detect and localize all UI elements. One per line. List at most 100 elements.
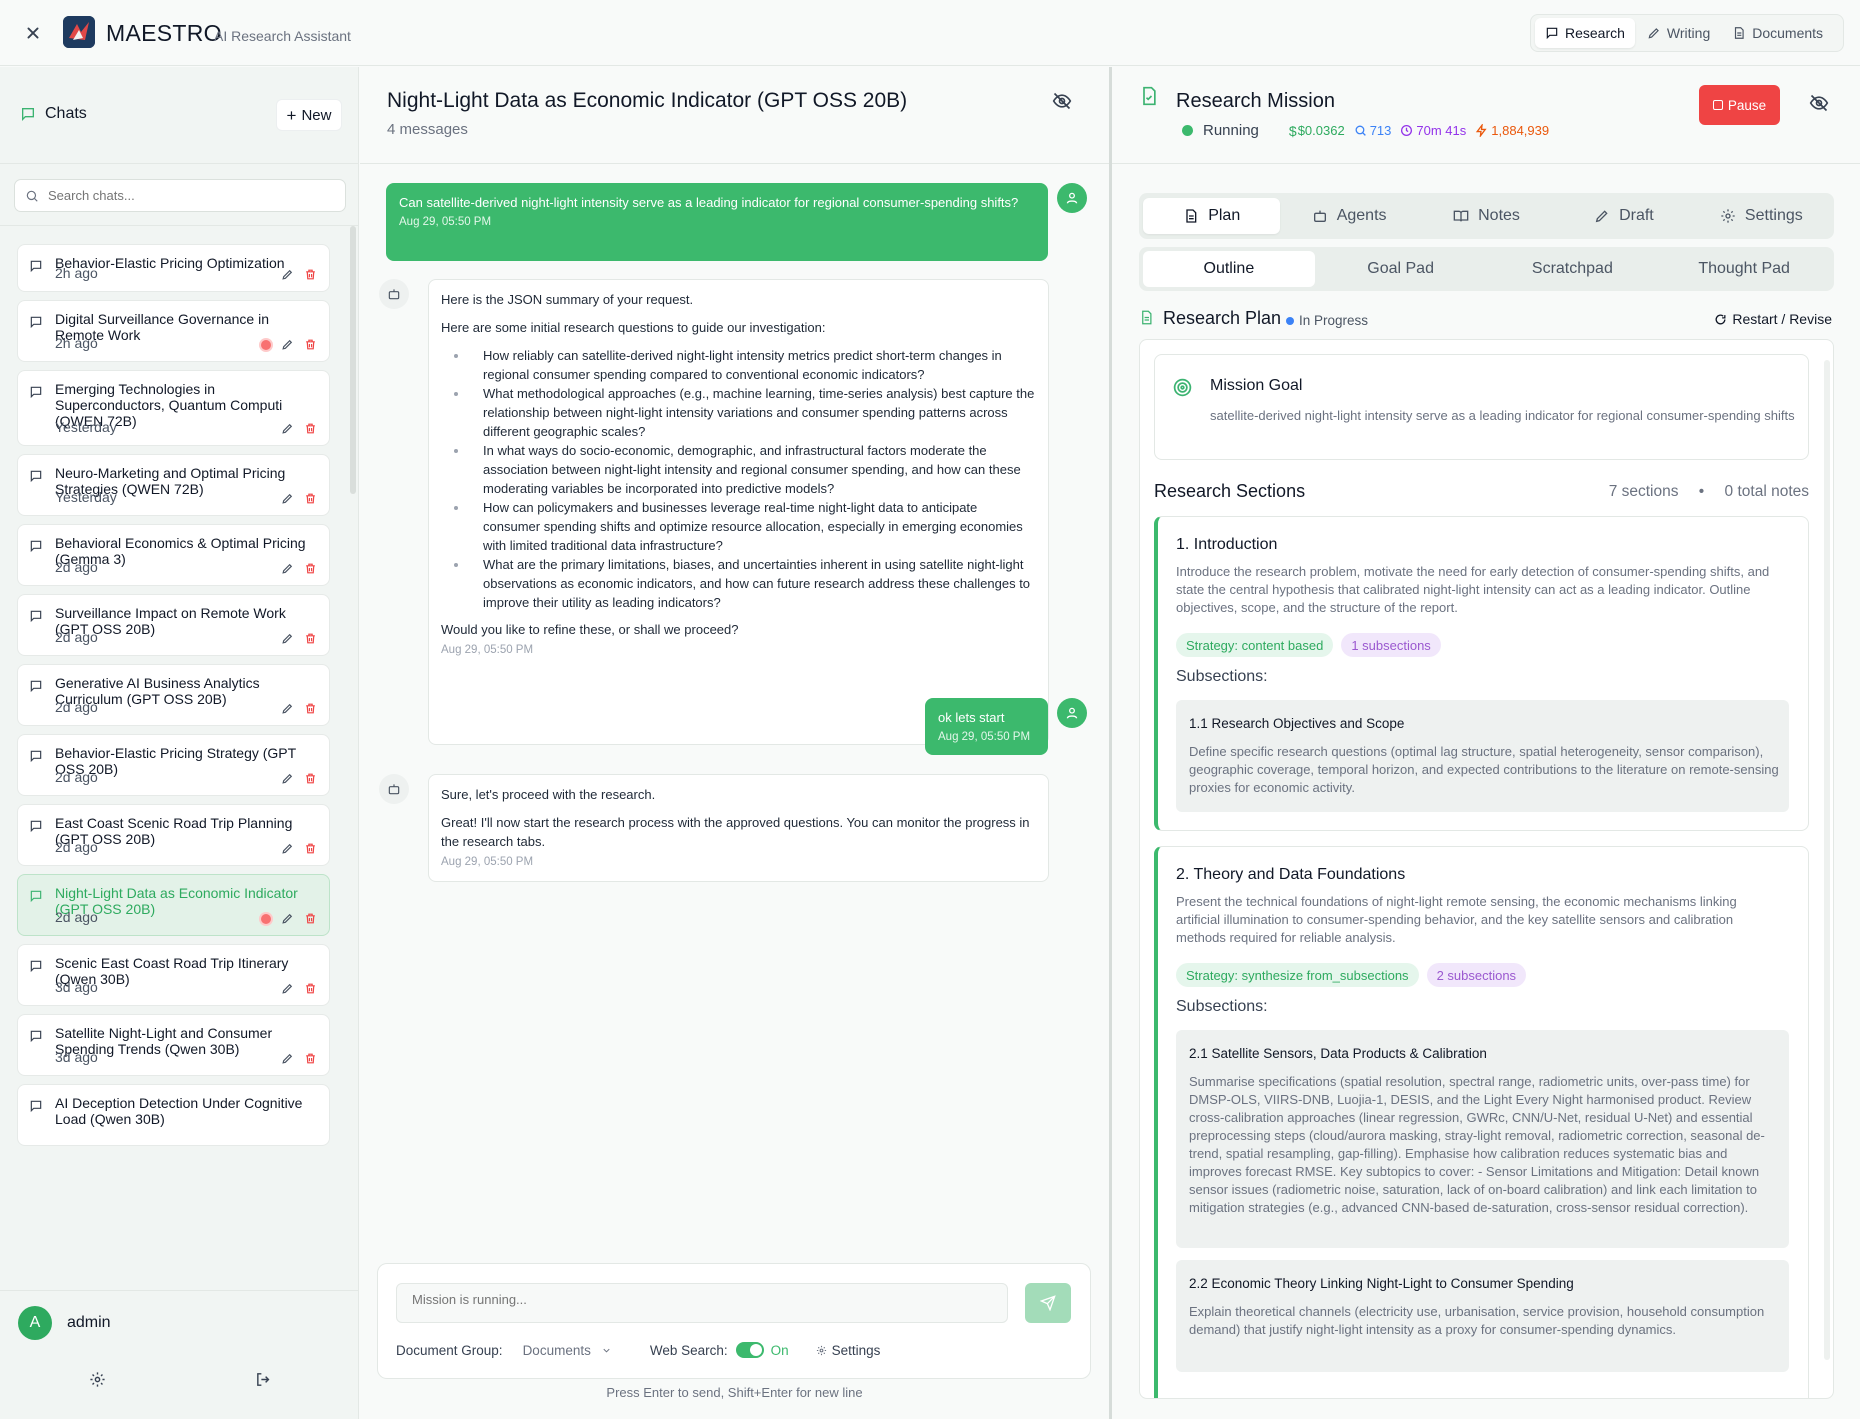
pencil-icon[interactable]: [281, 912, 294, 925]
restart-revise-button[interactable]: Restart / Revise: [1714, 311, 1832, 327]
chat-list-item[interactable]: Night-Light Data as Economic Indicator (…: [17, 874, 330, 936]
chat-item-time: 2h ago: [55, 265, 98, 281]
pencil-icon[interactable]: [281, 492, 294, 505]
chat-list-item[interactable]: Emerging Technologies in Superconductors…: [17, 370, 330, 446]
chat-item-time: 2d ago: [55, 909, 98, 925]
subtab-thought-pad[interactable]: Thought Pad: [1658, 251, 1830, 287]
pencil-icon[interactable]: [281, 268, 294, 281]
trash-icon[interactable]: [304, 562, 317, 575]
tokens-stat: 1,884,939: [1475, 123, 1549, 138]
question-list: How reliably can satellite-derived night…: [469, 346, 1036, 612]
new-chat-button[interactable]: + New: [276, 99, 342, 131]
chats-title-label: Chats: [45, 105, 87, 122]
chat-list-item[interactable]: Behavioral Economics & Optimal Pricing (…: [17, 524, 330, 586]
chat-item-time: 3d ago: [55, 1049, 98, 1065]
mode-research[interactable]: Research: [1535, 18, 1635, 48]
message-composer: Document Group: Documents Web Search: On…: [377, 1263, 1091, 1379]
mission-tabs: Plan Agents Notes Draft Settings: [1139, 193, 1834, 239]
pencil-icon[interactable]: [281, 562, 294, 575]
chat-item-title: AI Deception Detection Under Cognitive L…: [55, 1095, 303, 1127]
trash-icon[interactable]: [304, 772, 317, 785]
user-avatar: [1057, 183, 1087, 213]
subtab-goal-pad[interactable]: Goal Pad: [1315, 251, 1487, 287]
pencil-icon[interactable]: [281, 338, 294, 351]
sections-count: 7 sections: [1608, 483, 1679, 500]
mission-goal-text: satellite-derived night-light intensity …: [1210, 408, 1795, 423]
avatar[interactable]: A: [18, 1306, 52, 1340]
composer-hint: Press Enter to send, Shift+Enter for new…: [606, 1385, 863, 1400]
pencil-icon[interactable]: [281, 842, 294, 855]
trash-icon[interactable]: [304, 912, 317, 925]
chat-list: Behavior-Elastic Pricing Optimization 2h …: [0, 225, 358, 1290]
strategy-badge: Strategy: synthesize from_subsections: [1176, 963, 1419, 987]
pencil-icon[interactable]: [281, 772, 294, 785]
mode-documents[interactable]: Documents: [1722, 18, 1833, 48]
chat-list-item[interactable]: Neuro-Marketing and Optimal Pricing Stra…: [17, 454, 330, 516]
tab-plan[interactable]: Plan: [1143, 198, 1281, 234]
pencil-icon[interactable]: [281, 982, 294, 995]
bot-icon: [388, 784, 400, 795]
close-icon[interactable]: [22, 22, 44, 44]
chat-list-item[interactable]: Behavior-Elastic Pricing Strategy (GPT O…: [17, 734, 330, 796]
trash-icon[interactable]: [304, 1052, 317, 1065]
trash-icon[interactable]: [304, 982, 317, 995]
search-input[interactable]: [48, 188, 328, 203]
target-icon: [1173, 378, 1192, 397]
chat-list-item[interactable]: AI Deception Detection Under Cognitive L…: [17, 1084, 330, 1146]
section-card[interactable]: 1. Introduction Introduce the research p…: [1154, 516, 1809, 831]
trash-icon[interactable]: [304, 338, 317, 351]
chat-list-item[interactable]: Satellite Night-Light and Consumer Spend…: [17, 1014, 330, 1076]
plan-scrollbar[interactable]: [1824, 360, 1830, 1360]
trash-icon[interactable]: [304, 632, 317, 645]
send-button[interactable]: [1025, 1283, 1071, 1323]
logout-icon[interactable]: [255, 1371, 272, 1388]
trash-icon[interactable]: [304, 702, 317, 715]
chat-list-item[interactable]: Generative AI Business Analytics Curricu…: [17, 664, 330, 726]
document-group-select[interactable]: Documents: [523, 1343, 612, 1358]
message-text: Great! I'll now start the research proce…: [441, 815, 1030, 849]
chat-list-item[interactable]: Digital Surveillance Governance in Remot…: [17, 300, 330, 362]
user-avatar: [1057, 698, 1087, 728]
composer-settings-button[interactable]: Settings: [816, 1343, 880, 1358]
chat-search[interactable]: [14, 179, 346, 212]
user-message: ok lets start Aug 29, 05:50 PM: [925, 698, 1048, 755]
trash-icon[interactable]: [304, 492, 317, 505]
research-sections-header: Research Sections 7 sections • 0 total n…: [1154, 480, 1809, 504]
plan-outline: Mission Goal satellite-derived night-lig…: [1139, 339, 1834, 1399]
eye-off-icon[interactable]: [1809, 93, 1829, 113]
subsection-card: 2.2 Economic Theory Linking Night-Light …: [1176, 1260, 1789, 1372]
pencil-icon[interactable]: [281, 702, 294, 715]
pencil-icon[interactable]: [281, 1052, 294, 1065]
chat-list-item[interactable]: Scenic East Coast Road Trip Itinerary (Q…: [17, 944, 330, 1006]
pause-label: Pause: [1727, 97, 1767, 113]
section-card[interactable]: 2. Theory and Data Foundations Present t…: [1154, 846, 1809, 1398]
subtab-outline[interactable]: Outline: [1143, 251, 1315, 287]
subtab-scratchpad[interactable]: Scratchpad: [1487, 251, 1659, 287]
chat-list-item[interactable]: East Coast Scenic Road Trip Planning (GP…: [17, 804, 330, 866]
trash-icon[interactable]: [304, 842, 317, 855]
trash-icon[interactable]: [304, 268, 317, 281]
web-search-toggle[interactable]: [735, 1342, 764, 1358]
chat-bubble-icon: [22, 108, 34, 121]
pencil-icon[interactable]: [281, 422, 294, 435]
trash-icon[interactable]: [304, 422, 317, 435]
tokens-value: 1,884,939: [1491, 123, 1550, 138]
tab-notes[interactable]: Notes: [1418, 198, 1555, 234]
document-icon: [1142, 310, 1152, 325]
tab-agents[interactable]: Agents: [1280, 198, 1417, 234]
subsections-label: Subsections:: [1176, 668, 1268, 685]
message-time: Aug 29, 05:50 PM: [441, 856, 534, 868]
chat-list-item[interactable]: Surveillance Impact on Remote Work (GPT …: [17, 594, 330, 656]
gear-icon[interactable]: [89, 1371, 106, 1388]
pencil-icon[interactable]: [281, 632, 294, 645]
chat-list-scrollbar[interactable]: [350, 226, 356, 494]
eye-off-icon[interactable]: [1052, 91, 1072, 111]
chat-bubble-icon: [30, 610, 42, 623]
mode-writing[interactable]: Writing: [1637, 18, 1720, 48]
chat-list-item[interactable]: Behavior-Elastic Pricing Optimization 2h …: [17, 244, 330, 292]
tab-draft[interactable]: Draft: [1555, 198, 1692, 234]
pause-button[interactable]: Pause: [1699, 85, 1780, 125]
tab-settings[interactable]: Settings: [1693, 198, 1830, 234]
message-input[interactable]: [412, 1292, 992, 1314]
pen-icon: [1595, 210, 1608, 223]
